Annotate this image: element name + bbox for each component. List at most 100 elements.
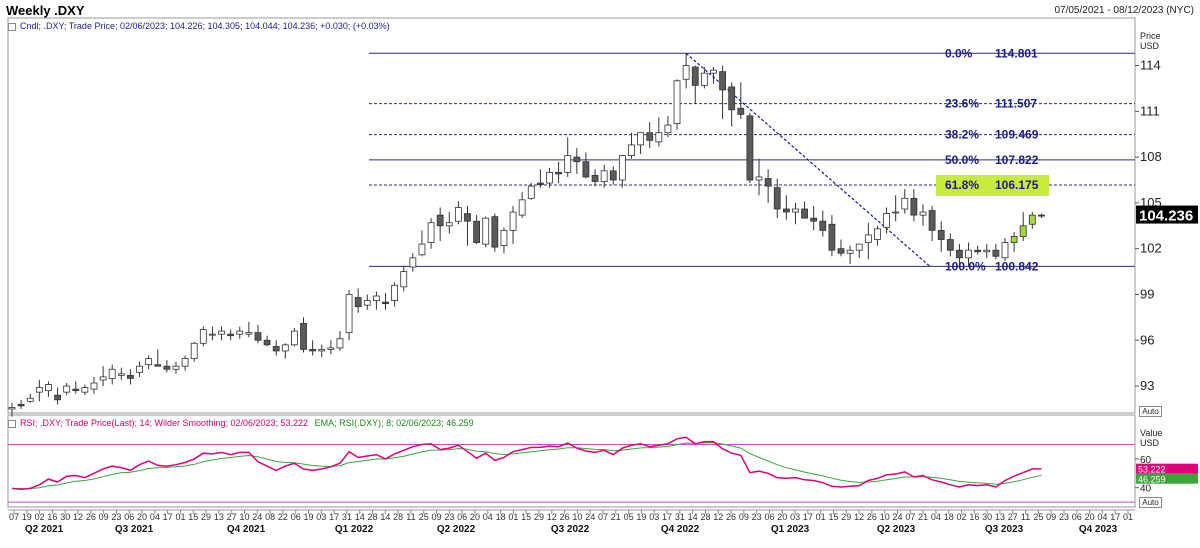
candle	[946, 233, 954, 257]
x-tick-label: 19	[303, 512, 313, 522]
candle	[35, 379, 43, 402]
candle	[755, 158, 763, 196]
rsi-line	[11, 436, 1042, 490]
candle	[263, 335, 271, 347]
x-quarter-label: Q3 2021	[115, 524, 154, 535]
chart-svg: 9396991021051081111140.0% 114.80123.6% 111…	[7, 17, 1198, 535]
candle-body	[254, 332, 262, 341]
x-tick-label: 18	[944, 512, 954, 522]
candle	[573, 147, 581, 174]
fib-pct-label: 61.8%	[945, 178, 979, 192]
x-tick-label: 01	[816, 512, 826, 522]
candle	[609, 166, 617, 185]
x-tick-label: 02	[35, 512, 45, 522]
candle	[691, 65, 699, 104]
x-tick-label: 03	[790, 512, 800, 522]
candle	[782, 195, 790, 220]
candle-body	[227, 333, 235, 337]
candle-body	[509, 211, 517, 231]
candle-body	[35, 387, 43, 393]
candle	[737, 82, 745, 119]
candle-body	[190, 342, 198, 359]
candle	[245, 321, 253, 338]
x-tick-label: 29	[534, 512, 544, 522]
candle	[473, 215, 481, 245]
candle	[254, 325, 262, 344]
rsi-tick-label: 40	[1140, 484, 1152, 495]
candle-body	[127, 374, 134, 379]
candle	[910, 189, 918, 222]
candle	[436, 207, 444, 242]
x-tick-label: 16	[969, 512, 979, 522]
candle	[54, 387, 61, 405]
candle	[418, 230, 426, 257]
x-tick-label: 26	[867, 512, 877, 522]
x-tick-label: 30	[60, 512, 70, 522]
candle	[728, 82, 736, 127]
candle	[600, 164, 608, 188]
candle-body	[172, 365, 180, 370]
x-quarter-label: Q3 2022	[551, 524, 590, 535]
x-tick-label: 25	[1033, 512, 1043, 522]
candle	[846, 245, 854, 264]
x-tick-label: 12	[73, 512, 83, 522]
x-tick-label: 04	[150, 512, 160, 522]
fib-value-label: 111.507	[995, 97, 1037, 111]
x-tick-label: 15	[188, 512, 198, 522]
candle-body	[309, 349, 317, 352]
x-tick-label: 15	[828, 512, 838, 522]
x-tick-label: 31	[342, 512, 352, 522]
candle	[1019, 212, 1027, 242]
x-tick-label: 25	[419, 512, 429, 522]
candle	[136, 361, 143, 377]
x-tick-label: 07	[598, 512, 608, 522]
candle-body	[518, 199, 526, 216]
candle	[527, 183, 535, 200]
candle	[45, 381, 52, 397]
candle	[618, 155, 626, 188]
x-tick-label: 12	[713, 512, 723, 522]
fib-pct-label: 50.0%	[945, 153, 979, 167]
candle	[409, 253, 417, 272]
candle-body	[901, 197, 909, 210]
candle-body	[728, 86, 736, 111]
price-panel-frame	[7, 17, 1136, 414]
x-tick-label: 03	[316, 512, 326, 522]
candle-body	[54, 394, 61, 401]
ema-last-label: 46.259	[1138, 475, 1166, 485]
x-tick-label: 27	[1008, 512, 1018, 522]
candle	[81, 384, 89, 396]
candle-body	[382, 301, 389, 305]
candle-body	[482, 217, 490, 245]
x-tick-label: 12	[854, 512, 864, 522]
x-quarter-label: Q1 2022	[335, 524, 374, 535]
x-tick-label: 28	[393, 512, 403, 522]
x-tick-label: 14	[688, 512, 698, 522]
candle	[591, 169, 599, 187]
fib-value-label: 114.801	[995, 46, 1038, 60]
candle-body	[664, 124, 672, 134]
candle	[682, 53, 690, 89]
candle	[236, 326, 244, 339]
candle	[281, 343, 289, 359]
candle-body	[45, 384, 52, 392]
candle	[646, 122, 654, 148]
candle	[26, 393, 34, 403]
candle	[272, 340, 280, 356]
price-tick-label: 96	[1140, 332, 1154, 347]
x-quarter-label: Q4 2023	[1079, 524, 1118, 535]
candle	[974, 245, 982, 255]
candle-body	[72, 388, 80, 392]
candle	[992, 244, 1000, 260]
candle-body	[737, 107, 745, 115]
x-tick-label: 26	[560, 512, 570, 522]
candle	[154, 349, 162, 367]
candle-body	[418, 243, 426, 256]
candle	[1001, 238, 1009, 261]
candle-body	[555, 171, 562, 175]
fib-value-label: 106.175	[995, 178, 1039, 192]
x-tick-label: 07	[9, 512, 19, 522]
x-quarter-label: Q2 2023	[877, 524, 916, 535]
x-tick-label: 01	[1123, 512, 1133, 522]
candle	[363, 294, 371, 310]
